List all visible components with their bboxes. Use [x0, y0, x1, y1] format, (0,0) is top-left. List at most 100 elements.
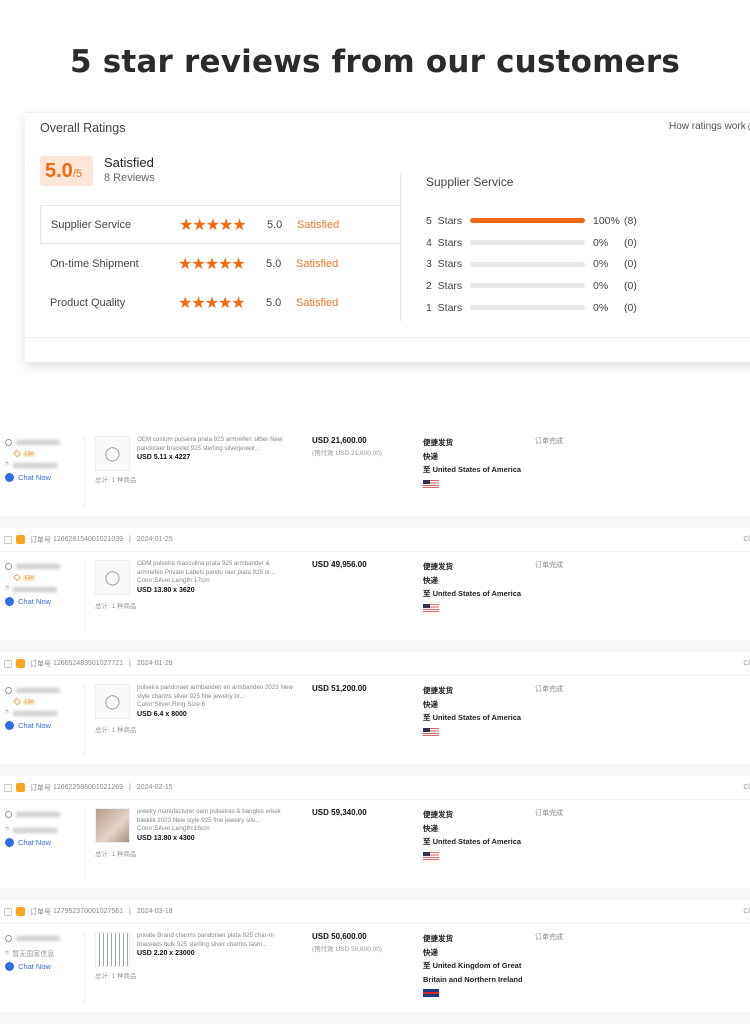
order-row: L1+ ⌾ Chat Now ◯ ODM pulseira masculina … [0, 552, 750, 640]
user-icon [5, 562, 12, 570]
destination: 至 United States of America [423, 589, 522, 598]
order-number[interactable]: 126652483501027721 [53, 660, 123, 667]
truncated-label: Cl [743, 660, 750, 667]
order-header: 订单号 126628154001021039 | 2024-01-25 Cl [0, 528, 750, 552]
us-flag-icon [423, 603, 439, 612]
country-redacted [13, 827, 58, 833]
product-info: pulseira pandoraer armbanden en armbande… [137, 684, 297, 719]
order-checkbox[interactable] [4, 907, 12, 916]
order-row: ⌾ 暂无国家信息 Chat Now private Brand charms pa… [0, 924, 750, 1012]
progress-bar [470, 305, 585, 311]
location-icon: ⌾ [5, 950, 10, 957]
user-icon [5, 934, 12, 942]
chat-icon [5, 962, 14, 971]
buyer-info: L1+ ⌾ Chat Now [5, 684, 85, 756]
chat-icon [5, 721, 14, 730]
product-title[interactable]: private Brand charms pandoraer plata 925… [137, 932, 297, 949]
order-number[interactable]: 126628154001021039 [53, 536, 123, 543]
rating-category: Supplier Service [51, 218, 132, 231]
total-items: 总计: 1 种商品 [95, 851, 137, 858]
chat-now-button[interactable]: Chat Now [5, 838, 84, 847]
diamond-icon [13, 573, 21, 582]
progress-bar [470, 261, 585, 267]
order-checkbox[interactable] [4, 659, 12, 668]
order-checkbox[interactable] [4, 535, 12, 544]
chat-now-button[interactable]: Chat Now [5, 962, 84, 971]
us-flag-icon [423, 479, 439, 488]
buyer-name-redacted [16, 687, 60, 693]
crown-icon [16, 659, 25, 668]
product-title[interactable]: OEM custom pulseira prata 925 armreifen … [137, 436, 297, 453]
chat-icon [5, 473, 14, 482]
product-thumbnail[interactable]: ◯ [95, 684, 130, 719]
product-thumbnail[interactable] [95, 932, 130, 967]
location-icon: ⌾ [5, 461, 10, 468]
destination: 至 United States of America [423, 465, 522, 474]
rating-category: On-time Shipment [50, 257, 139, 270]
count: (0) [624, 301, 637, 314]
order-number[interactable]: 126622586001021269 [53, 784, 123, 791]
overall-score: 5.0/5 [40, 156, 93, 186]
score-max: /5 [72, 168, 82, 180]
shipping-info: 便捷发货 快递 至 United Kingdom of Great Britai… [423, 932, 523, 1000]
user-icon [5, 438, 12, 446]
unit-price-quantity: USD 13.80 x 4300 [137, 834, 195, 842]
star-level: 3 Stars [426, 258, 463, 271]
star-level: 4 Stars [426, 236, 463, 249]
country-redacted [13, 586, 58, 592]
order-checkbox[interactable] [4, 783, 12, 792]
percent: 0% [593, 279, 609, 292]
order-price: USD 50,600.00 [312, 932, 367, 941]
chat-now-button[interactable]: Chat Now [5, 473, 84, 482]
score-value: 5.0 [45, 160, 73, 182]
rating-status: Satisfied [296, 296, 339, 309]
buyer-info: L1+ ⌾ Chat Now [5, 560, 85, 632]
shipping-type: 快递 [423, 947, 438, 957]
star-level: 2 Stars [426, 279, 463, 292]
separator [0, 888, 750, 900]
percent: 0% [593, 258, 609, 271]
rating-value: 5.0 [266, 296, 282, 309]
count: (0) [624, 258, 637, 271]
order-number-label: 订单号 [30, 784, 51, 792]
separator [0, 516, 750, 528]
product-thumbnail[interactable] [95, 808, 130, 843]
user-icon [5, 810, 12, 818]
star-rating-icons: ★★★★★ [178, 255, 246, 273]
product-thumbnail[interactable]: ◯ [95, 560, 130, 595]
product-title[interactable]: pulseira pandoraer armbanden en armbande… [137, 684, 297, 701]
star-bar-row: 1 Stars 0% (0) [426, 297, 637, 319]
product-title[interactable]: jewelry manufacturer oem pulseiras & ban… [137, 808, 297, 825]
level-text: L1+ [23, 450, 36, 457]
count: (0) [624, 279, 637, 292]
shipping-method: 便捷发货 [423, 686, 453, 695]
country-text: 暂无国家信息 [12, 951, 55, 958]
chat-now-button[interactable]: Chat Now [5, 721, 84, 730]
chat-label: Chat Now [18, 473, 51, 482]
star-level: 1 Stars [426, 301, 463, 314]
product-thumbnail[interactable]: ◯ [95, 436, 130, 471]
prepayment: (预付款 USD 50,600.00) [312, 946, 383, 953]
divider [400, 173, 401, 321]
buyer-name-redacted [16, 811, 60, 817]
star-bar-row: 4 Stars 0% (0) [426, 232, 637, 254]
chat-icon [5, 597, 14, 606]
star-level: 5 Stars [426, 214, 463, 227]
shipping-method: 便捷发货 [423, 810, 453, 819]
chat-now-button[interactable]: Chat Now [5, 597, 84, 606]
truncated-label: Cl [743, 908, 750, 915]
percent: 0% [593, 301, 609, 314]
order-status: 订单完成 [535, 438, 563, 445]
total-items: 总计: 1 种商品 [95, 973, 137, 980]
product-info: private Brand charms pandoraer plata 925… [137, 932, 297, 959]
buyer-name-redacted [16, 439, 60, 445]
order-number[interactable]: 127952370001027561 [53, 908, 123, 915]
product-title[interactable]: ODM pulseira masculina prata 925 armband… [137, 560, 297, 577]
progress-bar [470, 218, 585, 224]
rating-value: 5.0 [267, 218, 283, 231]
how-ratings-work-link[interactable]: How ratings work? [669, 121, 750, 132]
count: (8) [624, 214, 637, 227]
rating-row: On-time Shipment ★★★★★ 5.0 Satisfied [40, 244, 401, 283]
order-row: L1+ ⌾ Chat Now ◯ pulseira pandoraer armb… [0, 676, 750, 764]
shipping-method: 便捷发货 [423, 562, 453, 571]
